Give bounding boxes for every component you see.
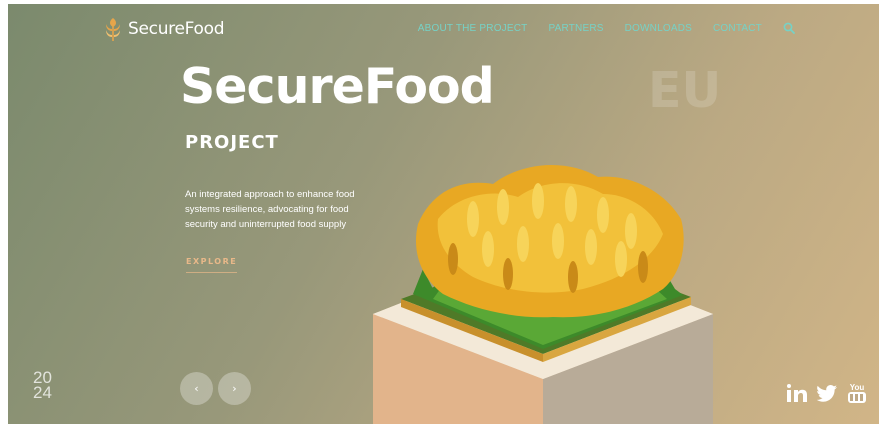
search-icon[interactable] — [783, 22, 795, 34]
main-nav: ABOUT THE PROJECT PARTNERS DOWNLOADS CON… — [418, 22, 795, 34]
carousel-prev-button[interactable]: ‹ — [180, 372, 213, 405]
nav-contact[interactable]: CONTACT — [713, 23, 762, 34]
carousel-next-button[interactable]: › — [218, 372, 251, 405]
logo[interactable]: SecureFood — [104, 16, 225, 42]
year-indicator: 20 24 — [33, 369, 52, 402]
social-links: You — [787, 382, 867, 408]
nav-downloads[interactable]: DOWNLOADS — [625, 23, 692, 34]
hero-subtitle: PROJECT — [185, 132, 279, 153]
twitter-icon[interactable] — [816, 384, 837, 406]
wheat-logo-icon — [106, 18, 120, 41]
logo-text: SecureFood — [128, 19, 225, 39]
chevron-right-icon: › — [232, 382, 237, 395]
wheat-field-illustration — [373, 164, 713, 424]
hero-section: SecureFood ABOUT THE PROJECT PARTNERS DO… — [8, 4, 879, 424]
youtube-icon[interactable]: You — [847, 382, 867, 408]
hero-description: An integrated approach to enhance food s… — [185, 189, 355, 230]
chevron-left-icon: ‹ — [194, 382, 199, 395]
explore-button[interactable]: EXPLORE — [186, 257, 238, 273]
nav-partners[interactable]: PARTNERS — [548, 23, 603, 34]
year-bottom: 24 — [33, 383, 52, 402]
hero-title: SecureFood — [180, 58, 495, 115]
svg-text:You: You — [850, 383, 865, 392]
linkedin-icon[interactable] — [787, 384, 807, 406]
nav-about[interactable]: ABOUT THE PROJECT — [418, 23, 528, 34]
hero-watermark: EU — [648, 62, 722, 119]
